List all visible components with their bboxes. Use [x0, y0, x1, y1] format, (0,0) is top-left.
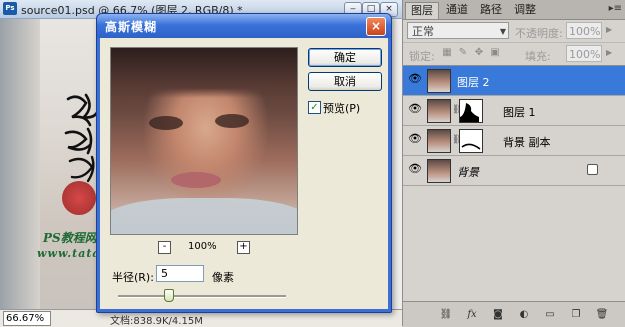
layer-name[interactable]: 图层 1	[503, 104, 536, 120]
opacity-arrow-icon[interactable]: ▶	[606, 25, 612, 34]
dialog-close-icon[interactable]: ×	[366, 17, 386, 36]
visibility-eye-icon[interactable]: 👁	[408, 133, 422, 144]
new-layer-icon[interactable]: ❐	[569, 308, 583, 321]
preview-mouth	[171, 172, 221, 188]
visibility-eye-icon[interactable]: 👁	[408, 103, 422, 114]
radius-slider-track[interactable]	[118, 295, 286, 298]
layer-name[interactable]: 背景	[457, 164, 479, 180]
dialog-body: - 100% + 确定 取消 ✓ 预览(P) 半径(R): 像素	[100, 38, 388, 309]
panel-bottom-toolbar: ⛓ fx ◙ ◐ ▭ ❐ 🗑	[403, 301, 625, 327]
radius-unit-label: 像素	[212, 271, 234, 284]
fill-label: 填充:	[525, 50, 551, 63]
blend-mode-select[interactable]: 正常 ▼	[407, 22, 509, 39]
gaussian-blur-dialog: 高斯模糊 × - 100% + 确定 取消 ✓ 预览(P) 半径(R): 像素	[96, 13, 392, 313]
dialog-title: 高斯模糊	[105, 20, 158, 34]
chevron-down-icon: ▼	[499, 27, 506, 36]
radius-input[interactable]	[156, 265, 204, 282]
preview-shirt	[111, 198, 297, 234]
layer-row-background[interactable]: 👁 背景	[403, 156, 625, 186]
layer-mask-thumbnail[interactable]	[459, 129, 483, 153]
layer-thumbnail[interactable]	[427, 99, 451, 123]
layer-row-background-copy[interactable]: 👁 ⛓ 背景 副本	[403, 126, 625, 156]
cancel-button[interactable]: 取消	[308, 72, 382, 91]
mask-icon[interactable]: ◙	[491, 308, 505, 321]
layer-thumbnail[interactable]	[427, 129, 451, 153]
watermark-text-1: PS教程网	[43, 231, 97, 245]
visibility-eye-icon[interactable]: 👁	[408, 73, 422, 84]
preview-zoom-level: 100%	[188, 241, 217, 252]
link-icon[interactable]: ⛓	[439, 308, 453, 321]
dialog-title-bar[interactable]: 高斯模糊 ×	[97, 14, 391, 38]
lock-label: 锁定:	[409, 50, 435, 63]
opacity-label: 不透明度:	[515, 27, 563, 40]
preview-eye-left	[149, 116, 183, 130]
tab-layers[interactable]: 图层	[405, 2, 439, 19]
fx-icon[interactable]: fx	[465, 308, 479, 321]
zoom-in-button[interactable]: +	[237, 241, 250, 254]
layer-thumbnail[interactable]	[427, 69, 451, 93]
fill-field[interactable]: 100%	[566, 45, 602, 62]
layer-row-layer1[interactable]: 👁 ⛓ 图层 1	[403, 96, 625, 126]
blur-preview[interactable]	[110, 47, 298, 235]
ok-button[interactable]: 确定	[308, 48, 382, 67]
visibility-eye-icon[interactable]: 👁	[408, 163, 422, 174]
fill-arrow-icon[interactable]: ▶	[606, 48, 612, 57]
lock-row: 锁定: ▦ ✎ ✥ ▣ 填充: 100% ▶	[403, 42, 625, 66]
tab-channels[interactable]: 通道	[441, 2, 473, 18]
lock-all-icon[interactable]: ▣	[489, 47, 501, 59]
red-seal-stamp	[62, 181, 96, 215]
zoom-level-field[interactable]: 66.67%	[3, 311, 51, 326]
radius-slider-thumb[interactable]	[164, 289, 175, 302]
adjustment-icon[interactable]: ◐	[517, 308, 531, 321]
preview-eye-right	[215, 114, 249, 128]
layer-thumbnail[interactable]	[427, 159, 451, 183]
lock-transparency-icon[interactable]: ▦	[441, 47, 453, 59]
mask-shape	[460, 103, 479, 122]
lock-position-icon[interactable]: ✥	[473, 47, 485, 59]
opacity-field[interactable]: 100%	[566, 22, 602, 39]
preview-checkbox[interactable]: ✓	[308, 101, 321, 114]
canvas-background-left	[0, 19, 40, 309]
lock-pixels-icon[interactable]: ✎	[457, 47, 469, 59]
radius-label: 半径(R):	[112, 271, 154, 284]
group-icon[interactable]: ▭	[543, 308, 557, 321]
layer-name[interactable]: 图层 2	[457, 74, 490, 90]
zoom-out-button[interactable]: -	[158, 241, 171, 254]
blend-mode-value: 正常	[412, 25, 434, 38]
tab-adjustments[interactable]: 调整	[509, 2, 541, 18]
layer-mask-thumbnail[interactable]	[459, 99, 483, 123]
mask-shape	[461, 143, 481, 150]
tab-paths[interactable]: 路径	[475, 2, 507, 18]
preview-hair	[111, 48, 297, 98]
document-size-info[interactable]: 文档:838.9K/4.15M	[110, 312, 203, 327]
layer-name[interactable]: 背景 副本	[503, 134, 551, 150]
trash-icon[interactable]: 🗑	[595, 308, 609, 321]
photoshop-logo-icon: Ps	[3, 2, 17, 15]
layer-row-layer2[interactable]: 👁 图层 2	[403, 66, 625, 96]
preview-checkbox-label[interactable]: 预览(P)	[323, 100, 360, 116]
lock-icon	[587, 164, 598, 175]
panel-tab-bar: 图层 通道 路径 调整 ▸≡	[403, 0, 625, 20]
panel-menu-icon[interactable]: ▸≡	[609, 3, 622, 14]
layers-panel: 图层 通道 路径 调整 ▸≡ 正常 ▼ 不透明度: 100% ▶ 锁定: ▦ ✎…	[402, 0, 625, 327]
